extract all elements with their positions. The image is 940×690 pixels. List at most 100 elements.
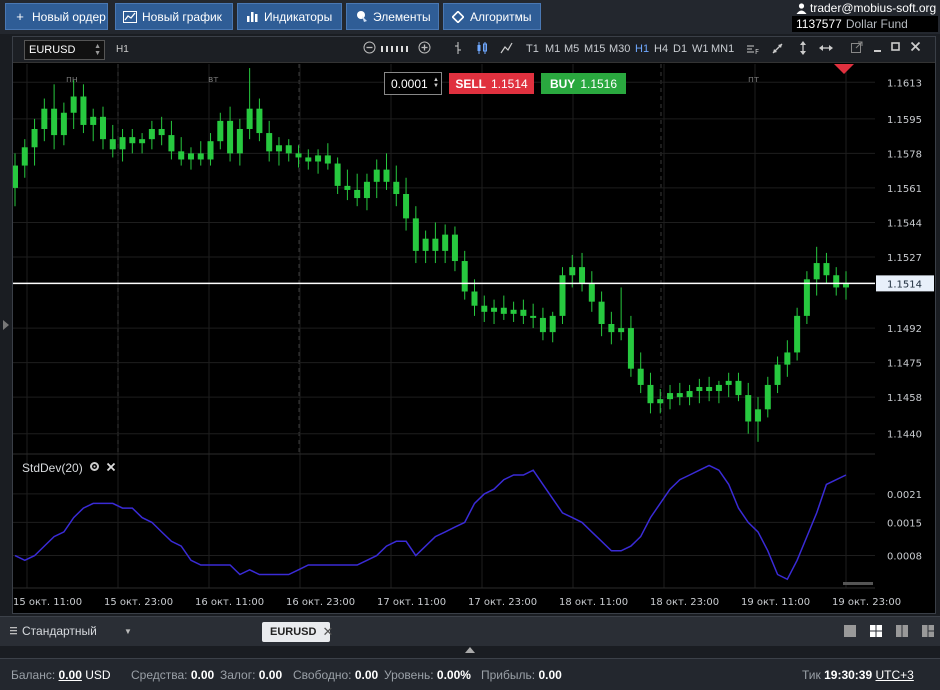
candle-body [813, 263, 820, 280]
layout-name: Стандартный [22, 624, 97, 638]
price-tick: 1.1578 [887, 149, 922, 160]
scroll-end-marker[interactable] [834, 64, 854, 74]
time-tick: 17 окт. 11:00 [377, 597, 446, 608]
time-tick: 16 окт. 23:00 [286, 597, 355, 608]
expand-panel-icon[interactable] [465, 647, 475, 653]
time-tick: 19 окт. 11:00 [741, 597, 810, 608]
free-margin-value: 0.00 [354, 668, 379, 682]
candle-body [354, 189, 361, 199]
close-tab-icon[interactable]: ✕ [322, 624, 333, 640]
account-panel[interactable]: trader@mobius-soft.org 1137577 Dollar Fu… [792, 0, 938, 34]
candle-body [755, 409, 762, 422]
candle-body [393, 181, 400, 194]
timeframe-w1[interactable]: W1 [692, 43, 709, 55]
candle-body [559, 275, 566, 316]
new-chart-button[interactable]: Новый график [115, 3, 233, 30]
candlestick-series [13, 68, 849, 442]
timeframe-label: H1 [116, 44, 129, 55]
horizontal-scrollbar[interactable] [843, 582, 873, 585]
margin-value: 0.00 [258, 668, 283, 682]
indicators-button[interactable]: Индикаторы [237, 3, 342, 30]
candle-body [403, 194, 410, 219]
candle-body [129, 137, 136, 144]
candle-body [579, 267, 586, 284]
candle-body [608, 324, 615, 333]
candle-body [197, 153, 204, 160]
candle-body [774, 364, 781, 385]
horizontal-arrows-icon[interactable] [819, 44, 833, 55]
minimize-icon[interactable] [873, 41, 883, 56]
tab-eurusd[interactable]: EURUSD ✕ [262, 622, 333, 642]
candle-body [148, 129, 155, 140]
timeframe-m30[interactable]: M30 [609, 43, 630, 55]
candle-body [667, 393, 674, 400]
algorithms-button[interactable]: Алгоритмы [443, 3, 541, 30]
left-collapse-icon[interactable] [3, 320, 9, 330]
indicator-header: StdDev(20) [22, 461, 116, 475]
timeframe-t1[interactable]: T1 [526, 43, 539, 55]
bar-type-icon[interactable] [453, 41, 463, 58]
maximize-icon[interactable] [891, 42, 901, 55]
balance-value[interactable]: 0.00 [59, 668, 82, 682]
candle-body [187, 153, 194, 160]
popout-icon[interactable] [851, 41, 863, 56]
candle-body [109, 139, 116, 150]
indicator-grid [13, 493, 875, 557]
candle-body [725, 380, 732, 385]
account-fund: Dollar Fund [845, 17, 908, 31]
sell-button[interactable]: SELL 1.1514 [449, 73, 534, 94]
zoom-in-icon[interactable] [418, 41, 431, 57]
timeframe-m15[interactable]: M15 [584, 43, 605, 55]
profit-value: 0.00 [538, 668, 562, 682]
account-number: 1137577 [796, 17, 842, 31]
zoom-out-icon[interactable] [363, 41, 376, 57]
timeframe-mn1[interactable]: MN1 [711, 43, 734, 55]
candle-body [432, 238, 439, 251]
timeframe-h4[interactable]: H4 [654, 43, 668, 55]
elements-button[interactable]: Элементы [346, 3, 439, 30]
timeframe-d1[interactable]: D1 [673, 43, 687, 55]
layout-rows-icon[interactable] [921, 624, 935, 638]
diagonal-arrows-icon[interactable] [771, 42, 784, 58]
candle-body [31, 129, 38, 148]
gear-icon[interactable] [89, 461, 100, 475]
line-type-icon[interactable] [500, 41, 513, 58]
spin-icon: ▲ ▼ [433, 77, 439, 89]
close-icon[interactable] [910, 41, 921, 55]
sort-icon[interactable]: F [746, 43, 760, 58]
candle-body [461, 261, 468, 292]
symbol-select[interactable]: EURUSD ▲ ▼ [24, 40, 105, 60]
price-tick: 1.1440 [887, 430, 922, 441]
layout-single-icon[interactable] [843, 624, 857, 638]
lot-input[interactable]: 0.0001 ▲ ▼ [384, 72, 442, 95]
price-tick: 1.1492 [887, 324, 922, 335]
buy-button[interactable]: BUY 1.1516 [541, 73, 626, 94]
zoom-slider[interactable] [381, 45, 415, 56]
new-order-button[interactable]: + Новый ордер [5, 3, 108, 30]
balance: Баланс: 0.00 USD [11, 668, 111, 682]
timeframe-m1[interactable]: M1 [545, 43, 560, 55]
candle-body [305, 157, 312, 162]
price-tick: 1.1613 [887, 78, 922, 89]
timeframe-h1[interactable]: H1 [635, 43, 649, 55]
tick-time: Тик 19:30:39 UTC+3 [802, 668, 914, 682]
close-icon[interactable] [106, 461, 116, 475]
time-tick: 15 окт. 23:00 [104, 597, 173, 608]
candle-body [794, 315, 801, 353]
indicator-name: StdDev(20) [22, 461, 83, 475]
layout-columns-icon[interactable] [895, 624, 909, 638]
candle-type-icon[interactable] [476, 41, 488, 58]
layout-grid-icon[interactable] [869, 624, 883, 638]
candle-body [422, 238, 429, 251]
plus-icon: + [16, 8, 24, 24]
timezone[interactable]: UTC+3 [876, 668, 914, 682]
tick-time-value: 19:30:39 [824, 668, 873, 682]
layout-select[interactable]: Стандартный [10, 624, 97, 638]
chevron-down-icon[interactable]: ▼ [124, 627, 132, 636]
candle-body [285, 145, 292, 154]
candle-body [451, 234, 458, 262]
candle-body [627, 328, 634, 369]
vertical-arrows-icon[interactable] [798, 41, 808, 58]
timeframe-m5[interactable]: M5 [564, 43, 579, 55]
chart-plot[interactable]: пн вт пт 1.1514 1.16131.15951.15781.15611.… [13, 64, 935, 613]
